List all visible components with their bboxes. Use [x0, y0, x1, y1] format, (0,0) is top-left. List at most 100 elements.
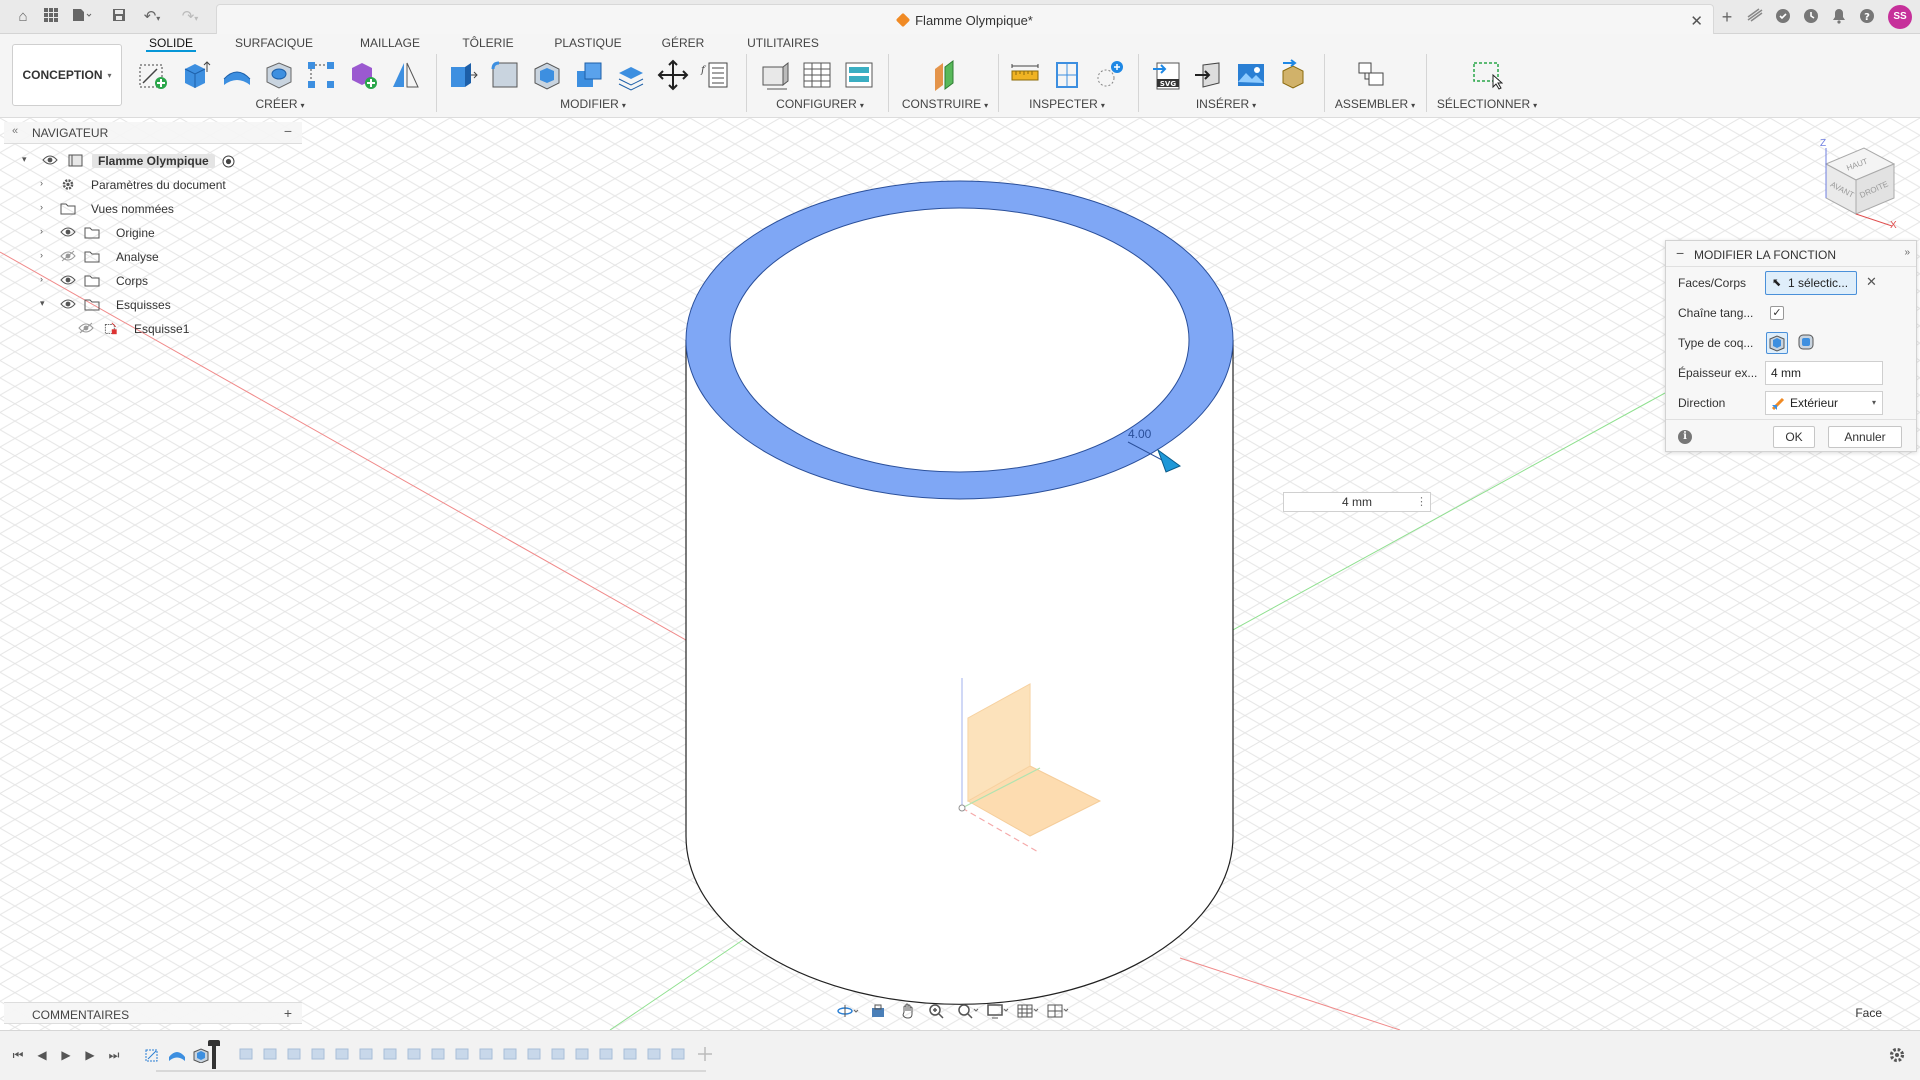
- minimize-icon[interactable]: −: [284, 123, 292, 139]
- collapse-dialog-icon[interactable]: −: [1676, 245, 1684, 261]
- grid-apps-icon[interactable]: [42, 8, 60, 26]
- press-pull-icon[interactable]: [446, 58, 480, 92]
- group-select-label[interactable]: SÉLECTIONNER ▾: [1432, 97, 1542, 111]
- chevron-down-icon[interactable]: ▾: [40, 298, 45, 309]
- chevron-right-icon[interactable]: ›: [40, 226, 43, 236]
- eye-icon[interactable]: [60, 298, 76, 310]
- activate-radio-icon[interactable]: [222, 155, 235, 168]
- insert-mcmaster-icon[interactable]: [1276, 58, 1310, 92]
- new-tab-icon[interactable]: +: [1718, 8, 1736, 26]
- save-icon[interactable]: [110, 8, 128, 26]
- tab-solide[interactable]: SOLIDE: [146, 34, 196, 52]
- tree-item-root[interactable]: ▾ Flamme Olympique: [0, 150, 300, 172]
- more-options-icon[interactable]: ⋮: [1416, 495, 1427, 508]
- fillet-icon[interactable]: [488, 58, 522, 92]
- eye-icon[interactable]: [60, 226, 76, 238]
- grid-settings-icon[interactable]: [1015, 1001, 1041, 1021]
- viewports-icon[interactable]: [1045, 1001, 1071, 1021]
- eye-icon[interactable]: [42, 154, 58, 166]
- go-to-start-icon[interactable]: ⏮: [10, 1047, 26, 1063]
- chevron-right-icon[interactable]: ›: [40, 202, 43, 212]
- expand-dialog-icon[interactable]: »: [1904, 247, 1910, 258]
- go-to-end-icon[interactable]: ⏭: [106, 1047, 122, 1063]
- document-tab[interactable]: Flamme Olympique* ✕: [216, 4, 1714, 34]
- redo-icon[interactable]: ↷▾: [176, 8, 204, 26]
- combine-icon[interactable]: [572, 58, 606, 92]
- tree-item-sketches[interactable]: ▾ Esquisses: [0, 294, 300, 316]
- revolve-icon[interactable]: [220, 58, 254, 92]
- tree-item-document-settings[interactable]: › Paramètres du document: [0, 174, 300, 196]
- undo-icon[interactable]: ↶▾: [138, 8, 166, 26]
- step-forward-icon[interactable]: ▶: [82, 1047, 98, 1063]
- cancel-button[interactable]: Annuler: [1828, 426, 1902, 448]
- group-assemble-label[interactable]: ASSEMBLER ▾: [1330, 97, 1420, 111]
- play-icon[interactable]: ▶: [58, 1047, 74, 1063]
- zoom-icon[interactable]: [925, 1001, 951, 1021]
- tree-item-named-views[interactable]: › Vues nommées: [0, 198, 300, 220]
- chevron-down-icon[interactable]: ▾: [22, 154, 27, 165]
- tree-item-sketch1[interactable]: Esquisse1: [0, 318, 300, 340]
- step-back-icon[interactable]: ◀: [34, 1047, 50, 1063]
- zoom-window-icon[interactable]: [955, 1001, 981, 1021]
- create-form-icon[interactable]: [346, 58, 380, 92]
- home-icon[interactable]: ⌂: [14, 8, 32, 26]
- measure-icon[interactable]: [1008, 58, 1042, 92]
- faces-selection-button[interactable]: ⬉ 1 sélectic...: [1765, 271, 1857, 295]
- mirror-icon[interactable]: [388, 58, 422, 92]
- timeline-shell-icon[interactable]: [192, 1047, 210, 1063]
- shell-type-sharp-icon[interactable]: [1766, 332, 1788, 354]
- display-settings-icon[interactable]: [985, 1001, 1011, 1021]
- clear-selection-icon[interactable]: ✕: [1866, 274, 1877, 290]
- group-insert-label[interactable]: INSÉRER ▾: [1184, 97, 1268, 111]
- insert-mesh-icon[interactable]: [1192, 58, 1226, 92]
- tab-maillage[interactable]: MAILLAGE: [356, 34, 424, 52]
- comments-panel[interactable]: COMMENTAIRES +: [4, 1002, 302, 1024]
- workspace-switcher-button[interactable]: CONCEPTION ▾: [12, 44, 122, 106]
- chevron-right-icon[interactable]: ›: [40, 250, 43, 260]
- timeline-marker-handle[interactable]: [208, 1040, 220, 1046]
- thickness-input[interactable]: 4 mm: [1765, 361, 1883, 385]
- online-status-icon[interactable]: [1774, 8, 1792, 26]
- data-panel-icon[interactable]: [1746, 8, 1764, 26]
- interference-icon[interactable]: [1050, 58, 1084, 92]
- group-inspect-label[interactable]: INSPECTER ▾: [1020, 97, 1114, 111]
- section-analysis-icon[interactable]: [1092, 58, 1126, 92]
- move-copy-icon[interactable]: [656, 58, 690, 92]
- insert-svg-icon[interactable]: SVG: [1150, 58, 1184, 92]
- shell-type-rounded-icon[interactable]: [1796, 332, 1818, 354]
- tab-utilitaires[interactable]: UTILITAIRES: [740, 34, 826, 52]
- group-configure-label[interactable]: CONFIGURER ▾: [770, 97, 870, 111]
- add-comment-icon[interactable]: +: [284, 1005, 292, 1021]
- timeline-settings-gear-icon[interactable]: [1888, 1046, 1906, 1064]
- tab-surfacique[interactable]: SURFACIQUE: [232, 34, 316, 52]
- info-icon[interactable]: i: [1678, 430, 1692, 444]
- configure-theme-icon[interactable]: [842, 58, 876, 92]
- view-cube[interactable]: HAUT AVANT DROITE Z X: [1806, 134, 1902, 231]
- select-window-icon[interactable]: [1470, 58, 1504, 92]
- insert-canvas-icon[interactable]: [1234, 58, 1268, 92]
- user-avatar[interactable]: SS: [1888, 5, 1912, 29]
- eye-hidden-icon[interactable]: [78, 322, 94, 334]
- tab-plastique[interactable]: PLASTIQUE: [552, 34, 624, 52]
- look-at-icon[interactable]: [865, 1001, 891, 1021]
- pattern-icon[interactable]: [304, 58, 338, 92]
- tab-tolerie[interactable]: TÔLERIE: [458, 34, 518, 52]
- ok-button[interactable]: OK: [1773, 426, 1815, 448]
- group-create-label[interactable]: CRÉER ▾: [240, 97, 320, 111]
- eye-icon[interactable]: [60, 274, 76, 286]
- create-sketch-icon[interactable]: [136, 58, 170, 92]
- orbit-icon[interactable]: [835, 1001, 861, 1021]
- timeline-suppressed-features[interactable]: [236, 1045, 716, 1065]
- notifications-bell-icon[interactable]: [1830, 8, 1848, 26]
- change-parameters-icon[interactable]: f: [698, 58, 732, 92]
- timeline-revolve-icon[interactable]: [168, 1047, 186, 1063]
- job-status-icon[interactable]: [1802, 8, 1820, 26]
- file-menu-icon[interactable]: [72, 8, 92, 26]
- configure-table-icon[interactable]: [800, 58, 834, 92]
- configure-insert-icon[interactable]: [758, 58, 792, 92]
- offset-plane-icon[interactable]: [928, 58, 962, 92]
- chevron-right-icon[interactable]: ›: [40, 274, 43, 284]
- timeline-sketch-icon[interactable]: [144, 1047, 162, 1063]
- eye-hidden-icon[interactable]: [60, 250, 76, 262]
- group-construct-label[interactable]: CONSTRUIRE ▾: [898, 97, 992, 111]
